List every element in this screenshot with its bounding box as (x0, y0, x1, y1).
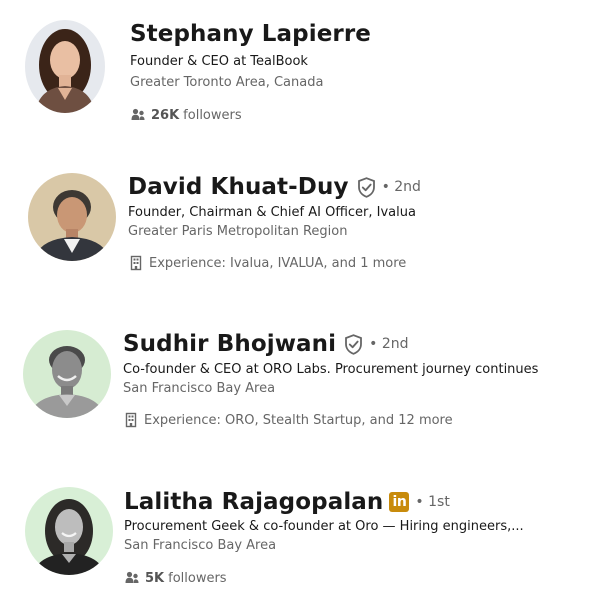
profile-name[interactable]: Stephany Lapierre (130, 21, 371, 47)
verified-shield-icon (357, 176, 376, 198)
profile-name[interactable]: Lalitha Rajagopalan (124, 489, 383, 515)
profile-location: San Francisco Bay Area (124, 538, 277, 553)
followers-label: followers (168, 570, 227, 586)
followers-count: 26K (151, 107, 180, 123)
avatar[interactable] (28, 173, 116, 261)
avatar[interactable] (23, 330, 111, 418)
profile-location: Greater Toronto Area, Canada (130, 75, 324, 90)
profile-name[interactable]: Sudhir Bhojwani (123, 331, 336, 357)
followers-label: followers (183, 107, 242, 123)
verified-shield-icon (344, 333, 363, 355)
connection-degree: • 2nd (369, 336, 409, 352)
experience-text: Experience: ORO, Stealth Startup, and 12… (144, 412, 453, 428)
profile-headline: Co-founder & CEO at ORO Labs. Procuremen… (123, 362, 539, 377)
profile-name[interactable]: David Khuat-Duy (128, 174, 349, 200)
experience-info: Experience: ORO, Stealth Startup, and 12… (123, 412, 453, 428)
followers-info[interactable]: 26K followers (130, 107, 242, 123)
search-result-card: Stephany Lapierre Founder & CEO at TealB… (0, 0, 594, 140)
followers-info[interactable]: 5K followers (124, 570, 227, 586)
people-icon (130, 107, 146, 123)
linkedin-premium-icon: in (389, 492, 410, 512)
profile-location: San Francisco Bay Area (123, 381, 276, 396)
avatar[interactable] (25, 20, 105, 113)
profile-location: Greater Paris Metropolitan Region (128, 224, 348, 239)
experience-text: Experience: Ivalua, IVALUA, and 1 more (149, 255, 407, 271)
people-icon (124, 570, 140, 586)
building-icon (123, 412, 139, 428)
search-result-card: Lalitha Rajagopalan in • 1st Procurement… (0, 465, 594, 605)
avatar[interactable] (25, 487, 113, 575)
experience-info: Experience: Ivalua, IVALUA, and 1 more (128, 255, 406, 271)
profile-headline: Founder, Chairman & Chief AI Officer, Iv… (128, 205, 416, 220)
followers-count: 5K (145, 570, 165, 586)
search-result-card: David Khuat-Duy • 2nd Founder, Chairman … (0, 150, 594, 290)
search-result-card: Sudhir Bhojwani • 2nd Co-founder & CEO a… (0, 307, 594, 447)
profile-headline: Procurement Geek & co-founder at Oro — H… (124, 519, 524, 534)
building-icon (128, 255, 144, 271)
connection-degree: • 1st (415, 494, 450, 510)
profile-headline: Founder & CEO at TealBook (130, 54, 308, 69)
connection-degree: • 2nd (381, 179, 421, 195)
